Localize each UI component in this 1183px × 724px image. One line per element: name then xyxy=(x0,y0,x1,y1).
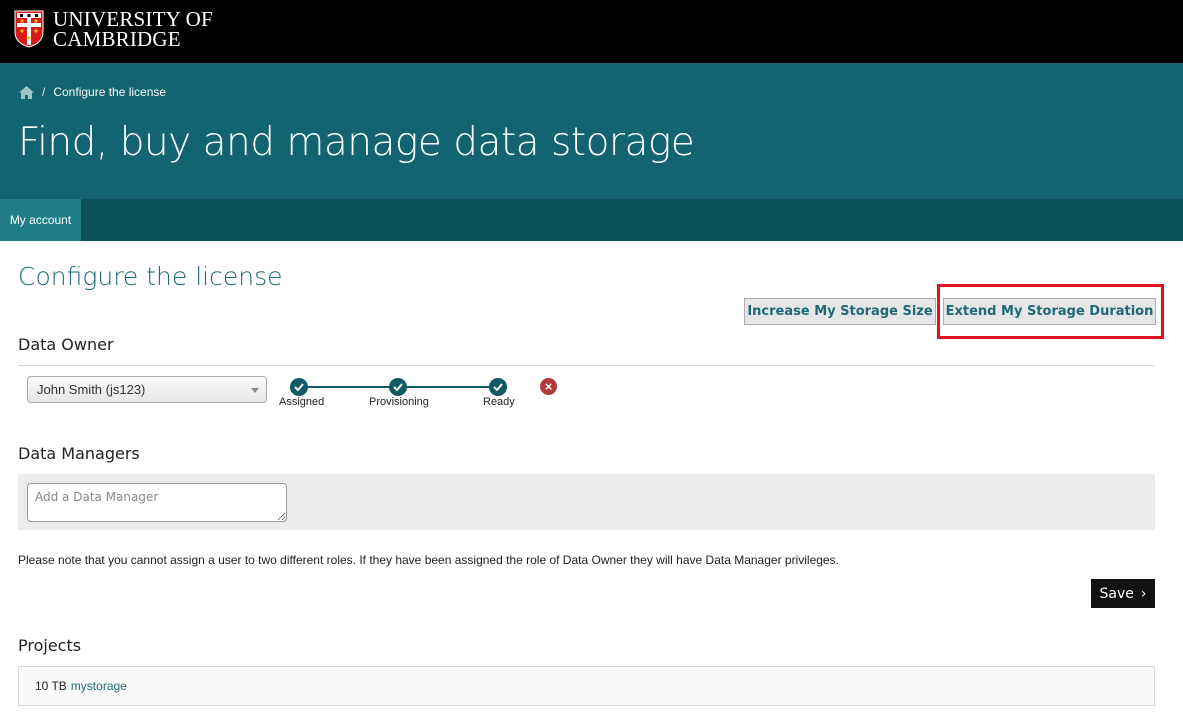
logo-line-2: CAMBRIDGE xyxy=(53,27,181,51)
chevron-down-icon xyxy=(251,388,259,393)
step-label-provisioning: Provisioning xyxy=(369,396,429,408)
close-circle-icon[interactable]: × xyxy=(540,378,557,395)
page-banner: / Configure the license Find, buy and ma… xyxy=(0,63,1183,199)
save-button[interactable]: Save › xyxy=(1091,579,1155,608)
roles-note: Please note that you cannot assign a use… xyxy=(18,553,839,567)
section-heading: Configure the license xyxy=(18,262,283,291)
projects-heading: Projects xyxy=(18,636,82,655)
chevron-right-icon: › xyxy=(1140,585,1147,602)
top-bar: UNIVERSITY OF CAMBRIDGE xyxy=(0,0,1183,63)
increase-storage-button[interactable]: Increase My Storage Size xyxy=(744,298,936,325)
home-icon[interactable] xyxy=(19,85,34,99)
step-connector xyxy=(407,386,489,388)
breadcrumb-current: Configure the license xyxy=(53,85,167,99)
data-managers-heading: Data Managers xyxy=(18,444,140,463)
check-icon xyxy=(290,378,308,396)
divider xyxy=(18,365,1155,366)
breadcrumb: / Configure the license xyxy=(19,85,166,99)
check-icon xyxy=(489,378,507,396)
step-label-assigned: Assigned xyxy=(279,396,325,408)
data-owner-heading: Data Owner xyxy=(18,335,114,354)
breadcrumb-separator: / xyxy=(42,85,46,99)
data-owner-selected: John Smith (js123) xyxy=(37,382,146,397)
data-managers-panel xyxy=(18,474,1155,530)
project-link[interactable]: mystorage xyxy=(71,679,127,693)
step-label-ready: Ready xyxy=(483,396,515,408)
project-size: 10 TB xyxy=(35,679,67,693)
university-logo[interactable]: UNIVERSITY OF CAMBRIDGE xyxy=(14,7,213,51)
highlight-annotation xyxy=(937,284,1164,339)
save-label: Save xyxy=(1099,585,1134,602)
step-connector xyxy=(307,386,389,388)
crest-icon xyxy=(14,10,44,48)
tab-my-account[interactable]: My account xyxy=(0,199,81,241)
check-icon xyxy=(389,378,407,396)
add-data-manager-input[interactable] xyxy=(27,483,287,522)
main-nav: My account xyxy=(0,199,1183,241)
data-owner-select[interactable]: John Smith (js123) xyxy=(27,376,267,403)
logo-wordmark: UNIVERSITY OF CAMBRIDGE xyxy=(53,7,213,51)
logo-line-1: UNIVERSITY OF xyxy=(53,7,213,31)
list-item: 10 TB mystorage xyxy=(18,666,1155,706)
page-title: Find, buy and manage data storage xyxy=(18,120,695,165)
